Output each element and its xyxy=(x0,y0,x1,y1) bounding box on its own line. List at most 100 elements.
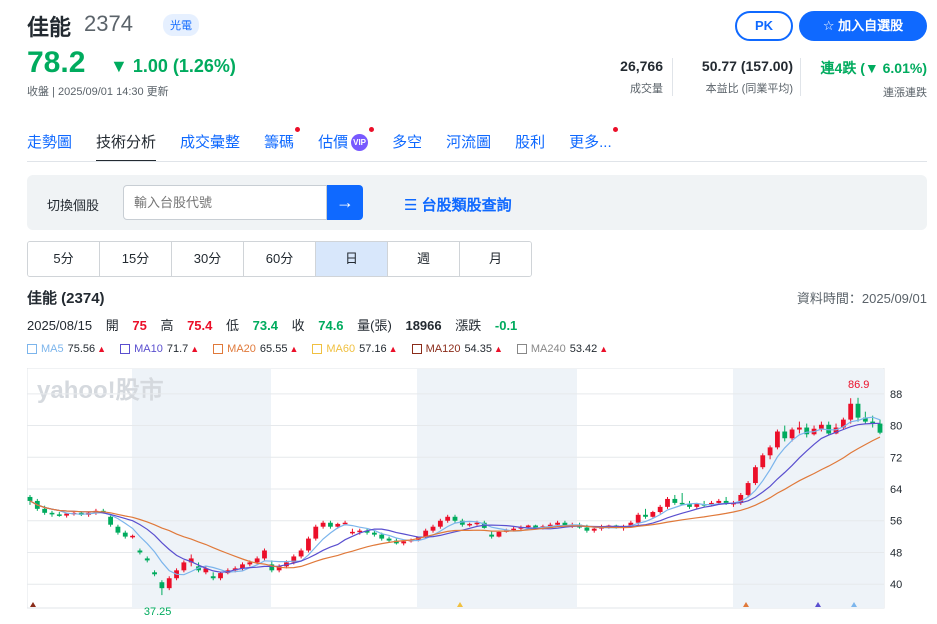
candle-body xyxy=(166,578,172,589)
y-tick-label: 72 xyxy=(890,452,902,464)
stat-volume: 26,766 成交量 xyxy=(620,58,663,96)
stock-code-input[interactable] xyxy=(123,185,327,220)
close-label: 收 xyxy=(291,318,305,333)
ma-legend-item[interactable]: MA120 54.35 ▲ xyxy=(411,343,503,355)
candle-body xyxy=(665,498,670,507)
tab-0[interactable]: 走勢圖 xyxy=(27,131,72,162)
ma-value: 75.56 xyxy=(67,343,96,355)
category-lookup-link[interactable]: ☰ 台股類股查詢 xyxy=(404,194,512,215)
candle-body xyxy=(848,403,854,420)
y-tick-label: 56 xyxy=(890,516,902,528)
open-value: 75 xyxy=(132,318,147,333)
period-1[interactable]: 15分 xyxy=(100,242,172,276)
checkbox-icon[interactable] xyxy=(120,344,131,354)
candle-body xyxy=(511,528,517,531)
stat-streak: 連4跌 (▼ 6.01%) 連漲連跌 xyxy=(821,58,927,100)
candle-body xyxy=(27,496,33,501)
candle-body xyxy=(64,513,70,516)
ma-label: MA60 xyxy=(326,343,356,355)
candle-body xyxy=(313,526,319,539)
checkbox-icon[interactable] xyxy=(213,344,224,354)
month-band xyxy=(733,369,884,608)
data-time: 資料時間：2025/09/01 xyxy=(796,291,927,306)
month-band xyxy=(132,369,271,608)
ma-label: MA120 xyxy=(425,343,461,355)
candle-body xyxy=(496,531,502,537)
up-arrow-icon: ▲ xyxy=(388,344,398,354)
tab-5[interactable]: 多空 xyxy=(392,131,422,162)
tab-6[interactable]: 河流圖 xyxy=(446,131,491,162)
stat-divider xyxy=(672,58,673,96)
candle-body xyxy=(753,467,758,484)
stat-value: 50.77 (157.00) xyxy=(701,58,793,74)
price-change: ▼ 1.00 (1.26%) xyxy=(110,56,236,76)
candle-body xyxy=(782,431,788,439)
tab-label: 走勢圖 xyxy=(27,134,73,151)
ma-label: MA20 xyxy=(227,343,256,355)
candle-body xyxy=(635,514,641,523)
ma-legend-item[interactable]: MA240 53.42 ▲ xyxy=(516,343,608,355)
tab-8[interactable]: 更多... xyxy=(569,127,618,162)
candle-body xyxy=(430,526,436,531)
period-0[interactable]: 5分 xyxy=(28,242,100,276)
candle-body xyxy=(247,562,253,565)
period-4[interactable]: 日 xyxy=(316,242,388,276)
candle-body xyxy=(789,429,795,439)
candlestick-chart[interactable]: yahoo!股市 40 48 56 64 72 80 88 86.9 37.25 xyxy=(27,368,937,624)
tab-2[interactable]: 成交彙整 xyxy=(180,131,240,162)
period-3[interactable]: 60分 xyxy=(244,242,316,276)
candle-body xyxy=(401,541,407,544)
pk-button[interactable]: PK xyxy=(735,11,793,41)
candle-body xyxy=(122,532,128,537)
up-arrow-icon: ▲ xyxy=(289,344,299,354)
search-go-button[interactable]: → xyxy=(327,185,363,220)
ma-legend-item[interactable]: MA20 65.55 ▲ xyxy=(213,343,298,355)
change-value: -0.1 xyxy=(494,318,518,333)
tab-4[interactable]: 估價 VIP xyxy=(318,127,375,162)
candle-body xyxy=(335,523,341,527)
y-tick-label: 80 xyxy=(890,421,902,433)
period-6[interactable]: 月 xyxy=(460,242,531,276)
candle-body xyxy=(445,516,451,521)
volume-value: 18966 xyxy=(405,318,442,333)
industry-badge[interactable]: 光電 xyxy=(163,14,199,36)
ma-legend-item[interactable]: MA10 71.7 ▲ xyxy=(120,343,199,355)
high-label: 高 xyxy=(160,318,174,333)
chart-stock-name: 佳能 (2374) xyxy=(27,290,105,307)
ohlc-row: 2025/08/15 開 75 高 75.4 低 73.4 收 74.6 量(張… xyxy=(27,315,527,334)
add-watchlist-button[interactable]: ☆ 加入自選股 xyxy=(799,11,927,41)
candle-body xyxy=(49,512,55,515)
candle-body xyxy=(262,550,267,559)
period-2[interactable]: 30分 xyxy=(172,242,244,276)
tab-7[interactable]: 股利 xyxy=(515,131,545,162)
watermark-logo: yahoo!股市 xyxy=(37,376,164,404)
ma-legend-item[interactable]: MA60 57.16 ▲ xyxy=(312,343,398,355)
y-tick-label: 48 xyxy=(890,547,902,559)
candle-body xyxy=(584,527,590,531)
candle-body xyxy=(767,447,773,456)
y-tick-label: 40 xyxy=(890,579,902,591)
candle-body xyxy=(306,538,311,551)
candle-body xyxy=(818,424,824,429)
period-selector: 5分 15分 30分 60分日週月 xyxy=(27,241,532,277)
checkbox-icon[interactable] xyxy=(516,344,527,354)
candle-body xyxy=(657,506,663,513)
checkbox-icon[interactable] xyxy=(411,344,422,354)
ma-label: MA5 xyxy=(41,343,64,355)
candle-body xyxy=(144,558,150,561)
change-label: 漲跌 xyxy=(455,318,482,333)
candle-body xyxy=(42,508,48,513)
notification-dot-icon xyxy=(295,127,301,132)
candle-body xyxy=(137,550,143,553)
tab-1[interactable]: 技術分析 xyxy=(96,131,157,162)
candle-body xyxy=(760,455,766,468)
checkbox-icon[interactable] xyxy=(27,344,37,354)
ma-legend: MA5 75.56 ▲ MA10 71.7 ▲ MA20 65.55 ▲ MA60 57.16 ▲ MA… xyxy=(27,343,622,355)
candle-body xyxy=(379,534,385,539)
tab-3[interactable]: 籌碼 xyxy=(264,127,301,162)
checkbox-icon[interactable] xyxy=(312,344,323,354)
ma-legend-item[interactable]: MA5 75.56 ▲ xyxy=(27,343,106,355)
candle-body xyxy=(796,427,802,430)
y-tick-label: 64 xyxy=(890,484,902,496)
period-5[interactable]: 週 xyxy=(388,242,460,276)
